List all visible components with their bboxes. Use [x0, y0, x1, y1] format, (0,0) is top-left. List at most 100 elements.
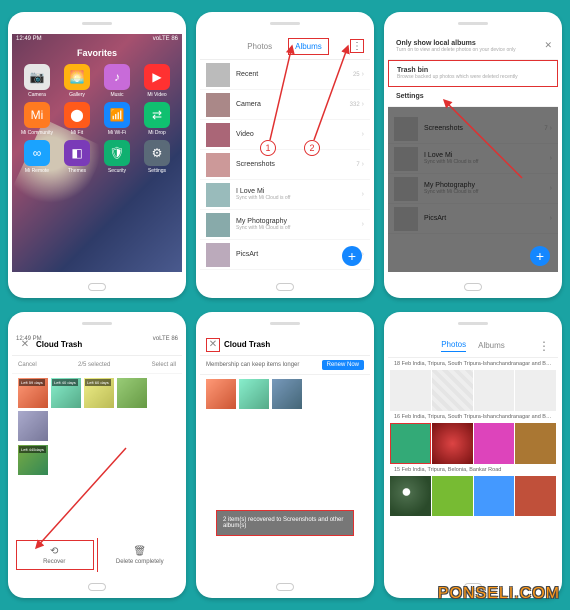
tab-photos[interactable]: Photos: [241, 39, 278, 54]
favorites-title: Favorites: [12, 48, 182, 58]
select-all-button[interactable]: Select all: [152, 362, 176, 368]
status-right: voLTE 86: [153, 336, 178, 344]
album-row[interactable]: Screenshots7 ›: [200, 150, 370, 180]
album-name: Recent: [236, 71, 347, 78]
album-row[interactable]: Video ›: [200, 120, 370, 150]
album-subtext: Sync with Mi Cloud is off: [236, 225, 356, 231]
app-mi-remote[interactable]: ∞Mi Remote: [18, 140, 56, 174]
album-thumb: [206, 243, 230, 267]
app-icon-glyph: 🛡: [104, 140, 130, 166]
app-mi-drop[interactable]: ⇄Mi Drop: [138, 102, 176, 136]
album-count: 7 ›: [356, 161, 364, 168]
album-row[interactable]: My PhotographySync with Mi Cloud is off …: [200, 210, 370, 240]
trash-thumb[interactable]: Left 40 days: [51, 378, 81, 408]
app-mi-video[interactable]: ▶ Mi Video: [138, 64, 176, 98]
album-count: ›: [362, 131, 364, 138]
section-header: 16 Feb India, Tripura, South Tripura-Ish…: [388, 411, 558, 423]
menu-item-title: Trash bin: [397, 67, 549, 74]
albums-screen: Photos Albums ⋮ Recent 25 › Camera332 ›Vid…: [200, 34, 370, 272]
phone-1: 12:49 PM voLTE 86 Favorites 📷Camera🌅Gall…: [8, 12, 186, 298]
app-label: Mi Wi-Fi: [108, 130, 126, 136]
app-mi-fit[interactable]: ⬤Mi Fit: [58, 102, 96, 136]
trash-thumb[interactable]: [272, 379, 302, 409]
more-menu-button[interactable]: ⋮: [538, 339, 550, 353]
section-header: 15 Feb India, Tripura, Belonia, Bankar R…: [388, 464, 558, 476]
app-music[interactable]: ♪Music: [98, 64, 136, 98]
photo-cell[interactable]: [515, 476, 556, 517]
album-name: Camera: [236, 101, 344, 108]
album-name: PicsArt: [236, 251, 356, 258]
photo-cell[interactable]: [474, 423, 515, 464]
add-fab[interactable]: +: [342, 246, 362, 266]
trash-thumb[interactable]: [117, 378, 147, 408]
cloud-trash-toast-screen: ✕ Cloud Trash Membership can keep items …: [200, 334, 370, 572]
tab-albums[interactable]: Albums: [478, 341, 505, 350]
album-row[interactable]: I Love MiSync with Mi Cloud is off ›: [200, 180, 370, 210]
restore-icon: ⟲: [50, 546, 58, 557]
recover-button[interactable]: ⟲ Recover: [12, 538, 98, 572]
thumb-caption: Left 59 days: [19, 379, 45, 386]
trash-thumb[interactable]: [239, 379, 269, 409]
app-icon-glyph: ⇄: [144, 102, 170, 128]
phone-6: Photos Albums ⋮ 18 Feb India, Tripura, S…: [384, 312, 562, 598]
app-icon-glyph: ⚙: [144, 140, 170, 166]
add-fab[interactable]: +: [530, 246, 550, 266]
app-mi-community[interactable]: MiMi Community: [18, 102, 56, 136]
app-settings[interactable]: ⚙Settings: [138, 140, 176, 174]
album-thumb: [206, 153, 230, 177]
cancel-button[interactable]: Cancel: [18, 362, 37, 368]
album-thumb: [206, 93, 230, 117]
trash-thumb[interactable]: [206, 379, 236, 409]
recovery-toast: 2 item(s) recovered to Screenshots and o…: [216, 510, 354, 536]
recover-label: Recover: [43, 559, 65, 565]
phone-5: ✕ Cloud Trash Membership can keep items …: [196, 312, 374, 598]
photo-cell[interactable]: [432, 370, 473, 411]
app-icon-glyph: Mi: [24, 102, 50, 128]
app-mi-wi-fi[interactable]: 📶Mi Wi-Fi: [98, 102, 136, 136]
photo-cell[interactable]: [474, 476, 515, 517]
photo-cell[interactable]: [515, 370, 556, 411]
album-count: ›: [362, 221, 364, 228]
trash-thumb[interactable]: [18, 411, 48, 441]
photo-cell[interactable]: [390, 370, 431, 411]
chevron-right-icon: ›: [362, 71, 364, 78]
app-label: Mi Video: [147, 92, 166, 98]
photo-cell[interactable]: [390, 423, 431, 464]
menu-item-settings[interactable]: Settings: [388, 87, 558, 107]
thumb-caption: Left 445days: [19, 446, 46, 453]
album-count: 25 ›: [353, 71, 364, 78]
photo-cell[interactable]: [515, 423, 556, 464]
app-label: Themes: [68, 168, 86, 174]
app-icon-glyph: ▶: [144, 64, 170, 90]
photo-cell[interactable]: [390, 476, 431, 517]
close-icon[interactable]: ✕: [206, 338, 220, 352]
album-row[interactable]: Recent 25 ›: [200, 60, 370, 90]
app-camera[interactable]: 📷Camera: [18, 64, 56, 98]
photo-cell[interactable]: [474, 370, 515, 411]
photo-cell[interactable]: [432, 423, 473, 464]
app-gallery[interactable]: 🌅Gallery: [58, 64, 96, 98]
more-menu-button[interactable]: ⋮: [350, 39, 364, 53]
app-icon-glyph: 📷: [24, 64, 50, 90]
menu-item-only-show-local-albums[interactable]: Only show local albumsTurn on to view an…: [388, 34, 558, 60]
renew-button[interactable]: Renew Now: [322, 360, 364, 370]
trash-thumb[interactable]: Left 60 days: [84, 378, 114, 408]
app-themes[interactable]: ◧Themes: [58, 140, 96, 174]
cloud-trash-title: Cloud Trash: [224, 340, 270, 349]
delete-button[interactable]: 🗑 Delete completely: [98, 538, 183, 572]
trash-thumb[interactable]: Left 59 days: [18, 378, 48, 408]
album-row[interactable]: Camera332 ›: [200, 90, 370, 120]
app-label: Mi Fit: [71, 130, 83, 136]
menu-item-trash-bin[interactable]: Trash binBrowse backed up photos which w…: [388, 60, 558, 87]
album-thumb: [206, 183, 230, 207]
app-icon-glyph: ∞: [24, 140, 50, 166]
app-icon-glyph: ♪: [104, 64, 130, 90]
tab-albums[interactable]: Albums: [288, 38, 329, 55]
app-security[interactable]: 🛡Security: [98, 140, 136, 174]
photo-cell[interactable]: [432, 476, 473, 517]
tab-photos[interactable]: Photos: [441, 340, 466, 352]
close-icon[interactable]: ✕: [544, 40, 552, 51]
thumb-caption: Left 40 days: [52, 379, 78, 386]
menu-item-title: Settings: [396, 93, 550, 100]
chevron-right-icon: ›: [362, 221, 364, 228]
